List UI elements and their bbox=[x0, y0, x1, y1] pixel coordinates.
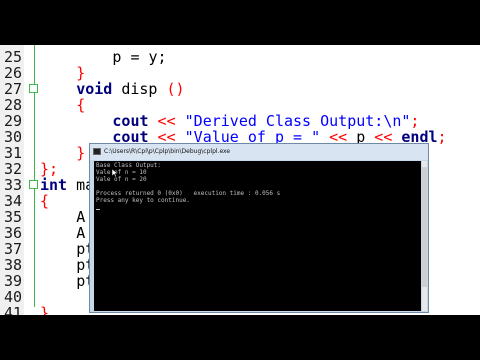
console-window[interactable]: C:\Users\R\Cpl\p\Cplp\bin\Debug\cplpl.ex… bbox=[89, 143, 429, 313]
console-line: Vale of n = 10 bbox=[96, 169, 147, 176]
console-line: Press any key to continue. bbox=[96, 197, 190, 204]
console-app-icon bbox=[93, 148, 101, 155]
fold-toggle-icon[interactable] bbox=[29, 84, 38, 93]
console-title: C:\Users\R\Cpl\p\Cplp\bin\Debug\cplpl.ex… bbox=[104, 148, 231, 155]
console-scrollbar[interactable] bbox=[422, 161, 427, 311]
console-scroll-thumb[interactable] bbox=[422, 167, 427, 287]
console-line: Vale of n = 20 bbox=[96, 176, 147, 183]
console-lines: Base Class Output: Vale of n = 10 Vale of … bbox=[96, 162, 419, 210]
fold-toggle-icon[interactable] bbox=[29, 180, 38, 189]
code-text: } bbox=[40, 303, 49, 315]
code-token: } bbox=[40, 304, 50, 315]
line-number: 41 bbox=[3, 304, 22, 315]
console-line: Process returned 0 (0x0) execution time … bbox=[96, 190, 281, 197]
console-title-bar[interactable]: C:\Users\R\Cpl\p\Cplp\bin\Debug\cplpl.ex… bbox=[90, 144, 428, 160]
video-frame: 25 p = y; 26} 27 void disp () 28{29 cout << "D… bbox=[0, 0, 480, 360]
console-output[interactable]: Base Class Output: Vale of n = 10 Vale of … bbox=[94, 161, 421, 311]
console-caret bbox=[96, 209, 100, 210]
mouse-cursor-icon bbox=[112, 169, 118, 177]
console-line: Base Class Output: bbox=[96, 162, 162, 169]
